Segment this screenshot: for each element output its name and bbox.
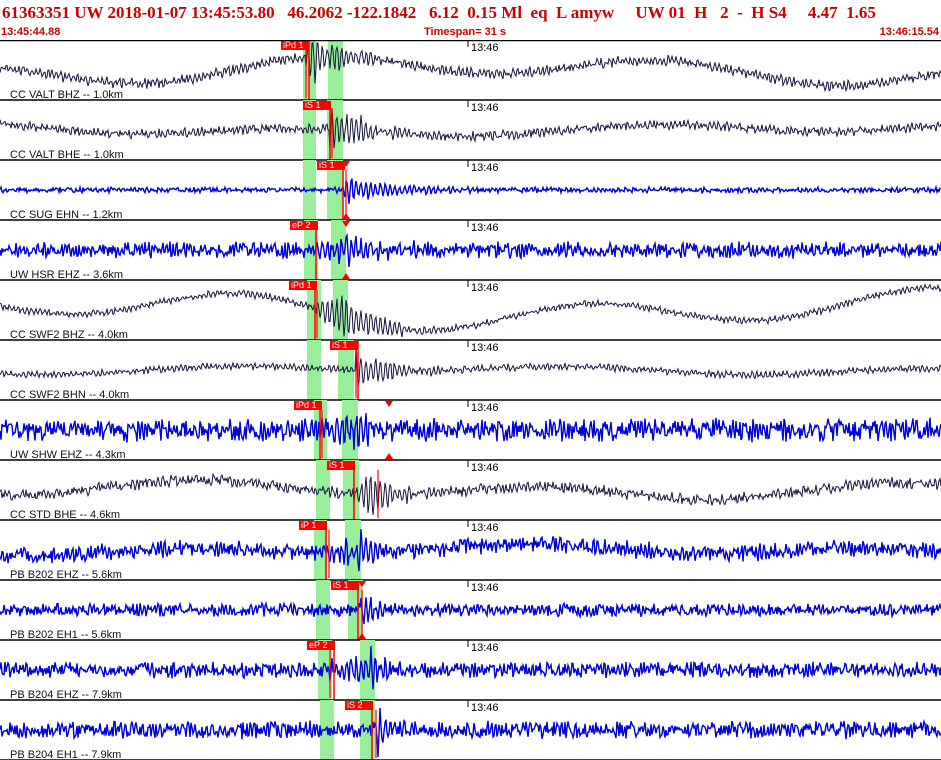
minute-label: 13:46 bbox=[471, 342, 499, 354]
minute-label: 13:46 bbox=[471, 582, 499, 594]
pick-arrow-icon bbox=[385, 401, 393, 407]
pick-label: iP 1 bbox=[301, 520, 316, 530]
station-label: CC VALT BHE -- 1.0km bbox=[10, 149, 124, 161]
event-header: 61363351 UW 2018-01-07 13:45:53.80 46.20… bbox=[0, 0, 941, 40]
station-label: CC SWF2 BHZ -- 4.0km bbox=[10, 329, 128, 341]
trace-row[interactable]: iS 1 13:46 PB B202 EH1 -- 5.6km bbox=[0, 580, 941, 641]
pick-label: iS 1 bbox=[305, 100, 321, 110]
trace-row[interactable]: eP 2 13:46 PB B204 EHZ -- 7.9km bbox=[0, 640, 941, 701]
minute-label: 13:46 bbox=[471, 282, 499, 294]
pick-label: iPd 1 bbox=[296, 400, 317, 410]
timespan-label: Timespan= 31 s bbox=[424, 26, 507, 38]
pick-label: iS 2 bbox=[347, 700, 363, 710]
minute-label: 13:46 bbox=[471, 462, 499, 474]
minute-label: 13:46 bbox=[471, 162, 499, 174]
minute-label: 13:46 bbox=[471, 702, 499, 714]
seismogram-panel[interactable]: iPd 1 13:46 CC VALT BHZ -- 1.0km iS 1 13:46 C… bbox=[0, 40, 941, 760]
station-label: CC SWF2 BHN -- 4.0km bbox=[10, 389, 129, 401]
waveform-trace bbox=[0, 707, 941, 758]
trace-row[interactable]: iS 1 13:46 CC SWF2 BHN -- 4.0km bbox=[0, 340, 941, 401]
minute-label: 13:46 bbox=[471, 522, 499, 534]
station-label: PB B204 EH1 -- 7.9km bbox=[10, 749, 121, 760]
station-label: PB B202 EHZ -- 5.6km bbox=[10, 569, 122, 581]
pick-label: iPd 1 bbox=[291, 280, 312, 290]
waveform-trace bbox=[0, 178, 941, 204]
pick-label: eP 2 bbox=[292, 220, 310, 230]
pick-label: iPd 1 bbox=[283, 40, 304, 50]
station-label: PB B204 EHZ -- 7.9km bbox=[10, 689, 122, 701]
minute-label: 13:46 bbox=[471, 42, 499, 54]
station-label: UW SHW EHZ -- 4.3km bbox=[10, 449, 126, 461]
trace-row[interactable]: iPd 1 13:46 CC SWF2 BHZ -- 4.0km bbox=[0, 280, 941, 341]
trace-row[interactable]: iPd 1 13:46 CC VALT BHZ -- 1.0km bbox=[0, 40, 941, 101]
trace-row[interactable]: iPd 1 13:46 UW SHW EHZ -- 4.3km bbox=[0, 400, 941, 461]
trace-row[interactable]: eP 2 13:46 UW HSR EHZ -- 3.6km bbox=[0, 220, 941, 281]
minute-label: 13:46 bbox=[471, 222, 499, 234]
pick-label: iS 1 bbox=[329, 460, 345, 470]
pick-label: iS 1 bbox=[333, 580, 349, 590]
event-summary-title: 61363351 UW 2018-01-07 13:45:53.80 46.20… bbox=[2, 3, 876, 22]
trace-row[interactable]: iP 1 13:46 PB B202 EHZ -- 5.6km bbox=[0, 520, 941, 581]
waveform-trace bbox=[0, 413, 941, 450]
station-label: CC SUG EHN -- 1.2km bbox=[10, 209, 122, 221]
station-label: UW HSR EHZ -- 3.6km bbox=[10, 269, 123, 281]
station-label: CC STD BHE -- 4.6km bbox=[10, 509, 120, 521]
station-label: CC VALT BHZ -- 1.0km bbox=[10, 89, 123, 101]
pick-arrow-icon bbox=[385, 453, 393, 459]
trace-row[interactable]: iS 1 13:46 CC VALT BHE -- 1.0km bbox=[0, 100, 941, 161]
trace-row[interactable]: iS 1 13:46 CC STD BHE -- 4.6km bbox=[0, 460, 941, 521]
trace-row[interactable]: iS 1 13:46 CC SUG EHN -- 1.2km bbox=[0, 160, 941, 221]
phase-window bbox=[328, 40, 343, 100]
station-label: PB B202 EH1 -- 5.6km bbox=[10, 629, 121, 641]
pick-label: iS 1 bbox=[332, 340, 348, 350]
pick-label: iS 1 bbox=[319, 160, 335, 170]
waveform-trace bbox=[0, 232, 941, 267]
trace-row[interactable]: iS 2 13:46 PB B204 EH1 -- 7.9km bbox=[0, 700, 941, 760]
minute-label: 13:46 bbox=[471, 102, 499, 114]
window-start-time: 13:45:44.88 bbox=[1, 26, 61, 38]
window-end-time: 13:46:15.54 bbox=[879, 26, 939, 38]
minute-label: 13:46 bbox=[471, 642, 499, 654]
waveform-trace bbox=[0, 529, 941, 572]
waveform-trace bbox=[0, 472, 941, 515]
pick-label: eP 2 bbox=[309, 640, 327, 650]
waveform-trace bbox=[0, 596, 941, 625]
minute-label: 13:46 bbox=[471, 402, 499, 414]
waveform-trace bbox=[0, 108, 941, 150]
